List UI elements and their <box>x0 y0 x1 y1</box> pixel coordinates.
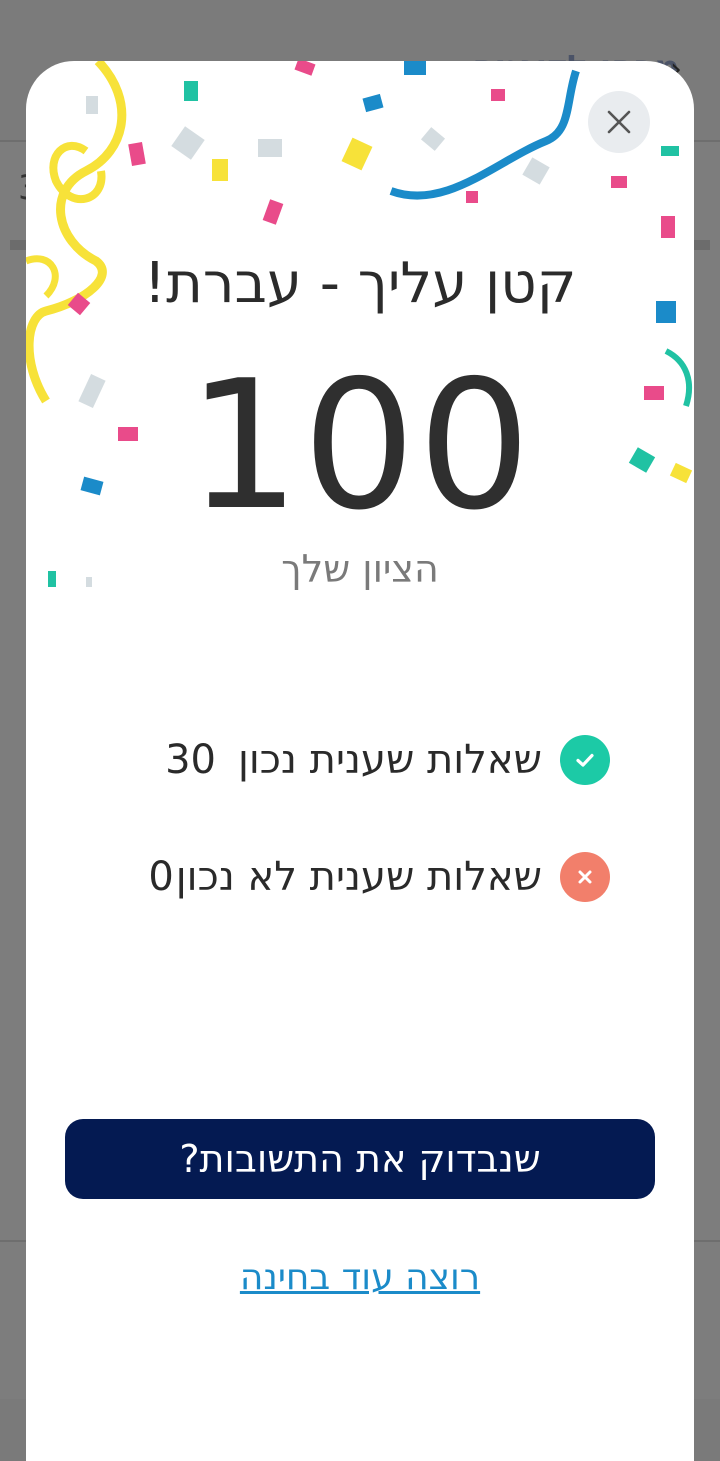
check-icon <box>560 735 610 785</box>
wrong-answers-row: שאלות שענית לא נכון 0 <box>148 849 610 905</box>
close-button[interactable] <box>588 91 650 153</box>
another-exam-link[interactable]: רוצה עוד בחינה <box>26 1257 694 1298</box>
result-modal: קטן עליך - עברת! 100 הציון שלך שאלות שענ… <box>26 61 694 1461</box>
correct-answers-label: שאלות שענית נכון <box>237 737 542 783</box>
x-icon <box>560 852 610 902</box>
correct-answers-count: 30 <box>165 737 216 783</box>
score-label: הציון שלך <box>281 547 439 591</box>
correct-answers-row: שאלות שענית נכון 30 <box>165 732 610 788</box>
wrong-answers-label: שאלות שענית לא נכון <box>175 854 542 900</box>
check-answers-button[interactable]: שנבדוק את התשובות? <box>65 1119 655 1199</box>
score-value: 100 <box>187 342 533 549</box>
close-icon <box>607 110 631 134</box>
result-title: קטן עליך - עברת! <box>143 251 577 316</box>
wrong-answers-count: 0 <box>148 854 174 900</box>
